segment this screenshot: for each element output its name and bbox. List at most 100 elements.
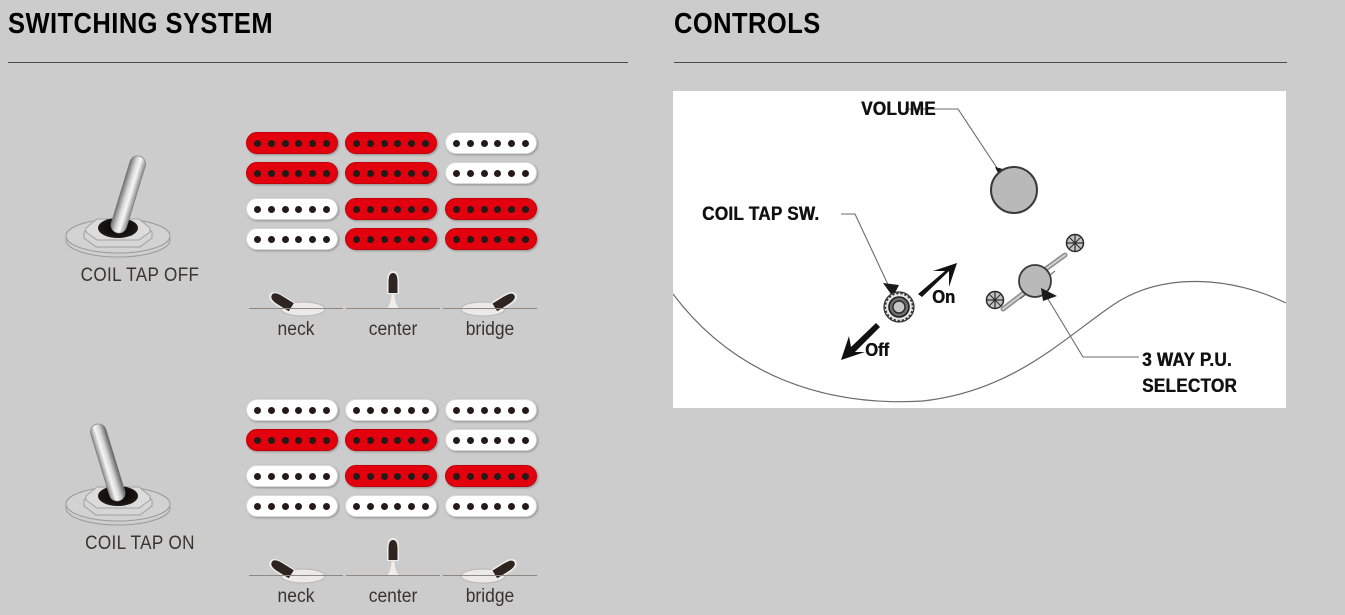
selector-lever-bridge-icon [440, 268, 540, 318]
selector-position-center[interactable]: center [343, 268, 443, 341]
pole-piece [494, 472, 502, 480]
pole-piece [480, 502, 488, 510]
pole-piece [281, 169, 289, 177]
selector-baseline [443, 575, 537, 576]
pole-piece [494, 169, 502, 177]
pole-piece [452, 205, 460, 213]
pole-piece [295, 235, 303, 243]
three-way-selector-art [985, 233, 1085, 312]
pole-piece [508, 235, 516, 243]
pole-piece [295, 406, 303, 414]
pole-piece [466, 235, 474, 243]
selector-lever-neck-icon [246, 268, 346, 318]
pole-piece [466, 169, 474, 177]
pole-piece [480, 436, 488, 444]
pole-piece [366, 436, 374, 444]
pole-piece [267, 436, 275, 444]
coil-tap-on-position-label: On [932, 287, 955, 307]
coil-bridge-lower [345, 495, 437, 517]
coil-bridge-upper [345, 198, 437, 220]
pole-piece [323, 406, 331, 414]
coil-tap-off-toggle-block[interactable]: COIL TAP OFF [60, 140, 220, 287]
selector-label-center: center [368, 319, 418, 340]
coil-neck-lower [345, 162, 437, 184]
selector-position-neck[interactable]: neck [246, 535, 346, 608]
pole-piece [380, 406, 388, 414]
pole-piece [352, 235, 360, 243]
pole-piece [281, 436, 289, 444]
pole-piece [309, 235, 317, 243]
pole-piece [366, 139, 374, 147]
selector-position-bridge[interactable]: bridge [440, 535, 540, 608]
selector-lever-neck-icon [246, 535, 346, 585]
pole-piece [281, 472, 289, 480]
coil-neck-lower [246, 162, 338, 184]
pole-piece [408, 406, 416, 414]
pole-piece [352, 436, 360, 444]
coil-tap-off-position-label: Off [865, 340, 889, 360]
selector-label-bridge: bridge [465, 586, 515, 607]
pole-piece [366, 169, 374, 177]
pole-piece [480, 205, 488, 213]
coil-neck-lower [445, 429, 537, 451]
pole-piece [267, 235, 275, 243]
pickup-neck [246, 399, 338, 451]
pole-piece [253, 472, 261, 480]
selector-callout-label-line1: 3 WAY P.U. [1142, 350, 1232, 371]
coil-neck-upper [345, 399, 437, 421]
coil-tap-on-label: COIL TAP ON [85, 533, 195, 554]
coil-tap-on-toggle-block[interactable]: COIL TAP ON [60, 408, 220, 555]
pole-piece [352, 472, 360, 480]
pole-piece [267, 205, 275, 213]
pole-piece [466, 472, 474, 480]
pole-piece [452, 406, 460, 414]
pole-piece [267, 406, 275, 414]
pole-piece [352, 205, 360, 213]
pole-piece [452, 235, 460, 243]
coil-neck-lower [345, 429, 437, 451]
pole-piece [508, 205, 516, 213]
pole-piece [380, 205, 388, 213]
pole-piece [466, 502, 474, 510]
switching-system-divider [8, 62, 628, 63]
pole-piece [422, 502, 430, 510]
coil-neck-upper [246, 132, 338, 154]
pole-piece [408, 139, 416, 147]
coil-bridge-upper [246, 198, 338, 220]
pole-piece [295, 436, 303, 444]
pole-piece [508, 139, 516, 147]
coil-tap-sw-callout-label: COIL TAP SW. [702, 204, 820, 225]
pole-piece [394, 205, 402, 213]
pole-piece [253, 169, 261, 177]
pole-piece [480, 169, 488, 177]
pole-piece [480, 406, 488, 414]
pickup-neck [345, 132, 437, 184]
pole-piece [480, 472, 488, 480]
pole-piece [267, 139, 275, 147]
selector-position-neck[interactable]: neck [246, 268, 346, 341]
pole-piece [394, 436, 402, 444]
pole-piece [422, 139, 430, 147]
pole-piece [281, 502, 289, 510]
coil-bridge-lower [246, 228, 338, 250]
pole-piece [422, 205, 430, 213]
pole-piece [253, 205, 261, 213]
pole-piece [452, 169, 460, 177]
pole-piece [323, 436, 331, 444]
pickup-bridge [345, 198, 437, 250]
pole-piece [394, 502, 402, 510]
controls-panel: CONTROLS VOLUME COIL TAP SW. 3 WAY P.U. … [672, 0, 1345, 615]
pole-piece [522, 472, 530, 480]
selector-position-center[interactable]: center [343, 535, 443, 608]
coil-tap-off-label: COIL TAP OFF [80, 265, 200, 286]
pole-piece [394, 406, 402, 414]
pole-piece [408, 436, 416, 444]
pole-piece [522, 406, 530, 414]
pole-piece [352, 169, 360, 177]
toggle-switch-off-icon [65, 155, 171, 258]
pole-piece [295, 502, 303, 510]
selector-baseline [249, 308, 343, 309]
selector-position-bridge[interactable]: bridge [440, 268, 540, 341]
coil-bridge-lower [445, 228, 537, 250]
pickup-bridge [445, 198, 537, 250]
